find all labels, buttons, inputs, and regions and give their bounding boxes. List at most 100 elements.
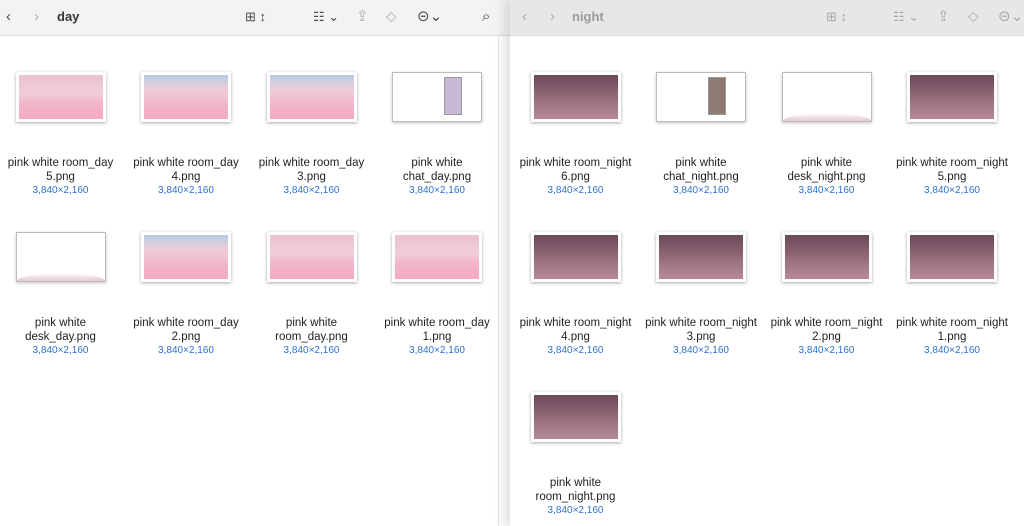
file-name: pink white room_night 6.png 3,840×2,160 bbox=[510, 156, 643, 197]
window-title: night bbox=[572, 9, 604, 24]
file-name: pink white desk_day.png 3,840×2,160 bbox=[0, 316, 128, 357]
finder-window-day: ‹ › day ⊞ ↕ ☷ ⌄ ⇪ ⬦ ⊝⌄ ⌕ pink white room… bbox=[0, 0, 510, 526]
file-dimensions: 3,840×2,160 bbox=[283, 345, 340, 356]
forward-chevron-right-icon[interactable]: › bbox=[550, 8, 555, 26]
file-item[interactable]: pink white room_day.png 3,840×2,160 bbox=[249, 220, 374, 370]
search-icon[interactable]: ⌕ bbox=[482, 8, 490, 26]
file-dimensions: 3,840×2,160 bbox=[924, 185, 980, 196]
file-dimensions: 3,840×2,160 bbox=[283, 185, 340, 196]
file-thumbnail[interactable] bbox=[141, 232, 231, 282]
file-dimensions: 3,840×2,160 bbox=[924, 345, 980, 356]
thumbnail-detail bbox=[16, 273, 105, 281]
file-item[interactable]: pink white room_day 3.png 3,840×2,160 bbox=[249, 60, 374, 210]
group-by-icon[interactable]: ☷ ⌄ bbox=[313, 8, 339, 26]
file-thumbnail[interactable] bbox=[15, 72, 106, 122]
file-name: pink white room_night 4.png 3,840×2,160 bbox=[510, 316, 643, 357]
file-item[interactable]: pink white room_day 1.png 3,840×2,160 bbox=[375, 220, 500, 370]
forward-chevron-right-icon[interactable]: › bbox=[34, 8, 39, 26]
file-name-line: 5.png bbox=[46, 171, 75, 183]
file-item[interactable]: pink white room_night 3.png 3,840×2,160 bbox=[639, 220, 764, 370]
file-item[interactable]: pink white desk_day.png 3,840×2,160 bbox=[0, 220, 123, 370]
file-name-line: 6.png bbox=[561, 171, 590, 183]
file-thumbnail[interactable] bbox=[392, 232, 482, 282]
file-item[interactable]: pink white room_night.png 3,840×2,160 bbox=[513, 380, 638, 526]
file-name: pink white desk_night.png 3,840×2,160 bbox=[759, 156, 894, 197]
file-thumbnail[interactable] bbox=[392, 72, 482, 122]
file-thumbnail[interactable] bbox=[656, 72, 746, 122]
file-thumbnail[interactable] bbox=[266, 72, 357, 122]
thumbnail-detail bbox=[708, 77, 727, 115]
share-icon[interactable]: ⇪ bbox=[356, 8, 369, 26]
thumbnail-detail bbox=[444, 77, 463, 115]
file-item[interactable]: pink white room_night 6.png 3,840×2,160 bbox=[513, 60, 638, 210]
file-dimensions: 3,840×2,160 bbox=[673, 185, 729, 196]
file-name-line: pink white bbox=[675, 157, 727, 169]
file-item[interactable]: pink white room_night 5.png 3,840×2,160 bbox=[890, 60, 1015, 210]
finder-window-night: ‹ › night ⊞ ↕ ☷ ⌄ ⇪ ⬦ ⊝⌄ pink white room… bbox=[510, 0, 1024, 526]
file-name: pink white room_night 3.png 3,840×2,160 bbox=[634, 316, 769, 357]
file-thumbnail[interactable] bbox=[266, 232, 357, 282]
back-chevron-left-icon[interactable]: ‹ bbox=[522, 8, 527, 26]
file-name-line: chat_night.png bbox=[663, 171, 739, 183]
more-icon[interactable]: ⊝⌄ bbox=[417, 8, 442, 26]
file-name: pink white room_day 3.png 3,840×2,160 bbox=[244, 156, 379, 197]
file-name-line: pink white room_day bbox=[7, 157, 114, 169]
file-name-line: pink white room_day bbox=[258, 157, 365, 169]
file-name: pink white chat_night.png 3,840×2,160 bbox=[634, 156, 769, 197]
file-dimensions: 3,840×2,160 bbox=[673, 345, 729, 356]
file-name-line: pink white room_night bbox=[519, 157, 632, 169]
more-icon[interactable]: ⊝⌄ bbox=[998, 8, 1023, 26]
back-chevron-left-icon[interactable]: ‹ bbox=[6, 8, 11, 26]
share-icon[interactable]: ⇪ bbox=[937, 8, 950, 26]
file-thumbnail[interactable] bbox=[141, 72, 231, 122]
file-name: pink white room_day 4.png 3,840×2,160 bbox=[119, 156, 254, 197]
file-item[interactable]: pink white room_day 4.png 3,840×2,160 bbox=[124, 60, 249, 210]
file-name-line: pink white bbox=[411, 157, 463, 169]
file-name-line: 5.png bbox=[937, 171, 967, 183]
file-name-line: pink white bbox=[285, 317, 338, 329]
tag-icon[interactable]: ⬦ bbox=[968, 8, 979, 26]
file-name-line: room_night.png bbox=[535, 491, 616, 503]
file-name-line: 2.png bbox=[171, 331, 201, 343]
file-thumbnail[interactable] bbox=[530, 72, 621, 122]
file-item[interactable]: pink white room_night 2.png 3,840×2,160 bbox=[764, 220, 889, 370]
file-name: pink white room_night.png 3,840×2,160 bbox=[510, 476, 643, 517]
file-name: pink white room_night 1.png 3,840×2,160 bbox=[885, 316, 1020, 357]
file-dimensions: 3,840×2,160 bbox=[158, 185, 214, 196]
icon-view-icon[interactable]: ⊞ ↕ bbox=[245, 8, 266, 26]
file-item[interactable]: pink white room_day 5.png 3,840×2,160 bbox=[0, 60, 123, 210]
file-item[interactable]: pink white room_night 4.png 3,840×2,160 bbox=[513, 220, 638, 370]
file-thumbnail[interactable] bbox=[781, 72, 872, 122]
file-name-line: room_day.png bbox=[275, 331, 348, 343]
file-name-line: desk_day.png bbox=[25, 331, 96, 343]
tag-icon[interactable]: ⬦ bbox=[386, 8, 397, 26]
file-thumbnail[interactable] bbox=[530, 392, 621, 442]
file-dimensions: 3,840×2,160 bbox=[32, 185, 89, 196]
file-thumbnail[interactable] bbox=[530, 232, 621, 282]
file-name-line: 2.png bbox=[812, 331, 841, 343]
file-name: pink white room_night 5.png 3,840×2,160 bbox=[885, 156, 1020, 197]
file-item[interactable]: pink white room_night 1.png 3,840×2,160 bbox=[890, 220, 1015, 370]
file-dimensions: 3,840×2,160 bbox=[798, 185, 855, 196]
window-title: day bbox=[57, 9, 80, 24]
group-by-icon[interactable]: ☷ ⌄ bbox=[893, 8, 919, 26]
file-thumbnail[interactable] bbox=[907, 232, 997, 282]
file-item[interactable]: pink white chat_night.png 3,840×2,160 bbox=[639, 60, 764, 210]
icon-view-icon[interactable]: ⊞ ↕ bbox=[826, 8, 847, 26]
file-item[interactable]: pink white desk_night.png 3,840×2,160 bbox=[764, 60, 889, 210]
file-name-line: pink white room_day bbox=[384, 317, 490, 329]
file-dimensions: 3,840×2,160 bbox=[32, 345, 89, 356]
file-thumbnail[interactable] bbox=[15, 232, 106, 282]
file-name: pink white room_day 1.png 3,840×2,160 bbox=[370, 316, 505, 357]
file-thumbnail[interactable] bbox=[907, 72, 997, 122]
file-thumbnail[interactable] bbox=[656, 232, 746, 282]
file-name-line: 3.png bbox=[297, 171, 326, 183]
file-item[interactable]: pink white room_day 2.png 3,840×2,160 bbox=[124, 220, 249, 370]
file-item[interactable]: pink white chat_day.png 3,840×2,160 bbox=[375, 60, 500, 210]
file-name-line: 4.png bbox=[561, 331, 590, 343]
file-name-line: pink white room_day bbox=[133, 157, 239, 169]
file-name: pink white room_day 5.png 3,840×2,160 bbox=[0, 156, 128, 197]
file-name-line: 4.png bbox=[171, 171, 201, 183]
file-thumbnail[interactable] bbox=[781, 232, 872, 282]
file-name-line: pink white room_night bbox=[770, 317, 883, 329]
